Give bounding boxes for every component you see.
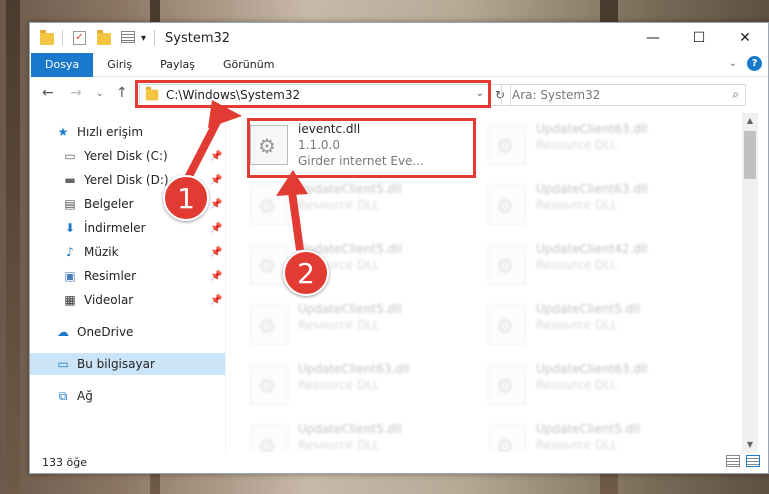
step-2-badge: 2	[283, 250, 329, 296]
step-1-badge: 1	[163, 175, 209, 221]
arrow-2-shaft	[288, 191, 304, 251]
arrow-1-head	[208, 100, 242, 128]
annotation-arrows	[184, 100, 308, 251]
arrow-2-head	[276, 170, 308, 196]
